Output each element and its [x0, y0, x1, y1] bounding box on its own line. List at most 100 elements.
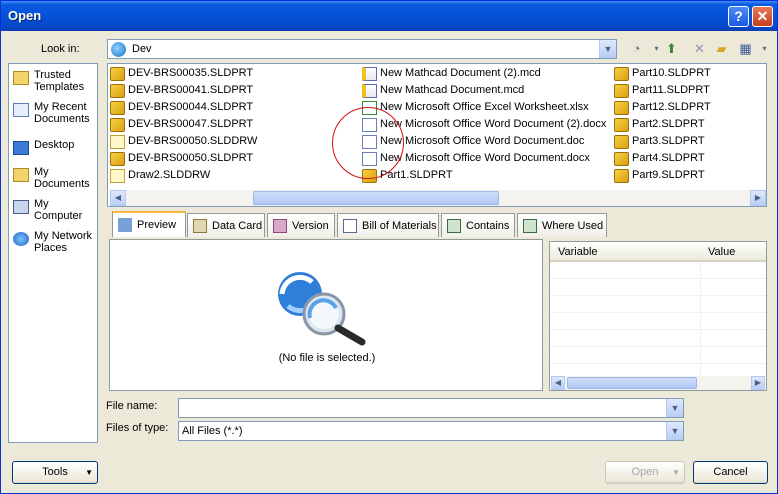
filename-label: File name:	[106, 400, 158, 412]
file-name: DEV-BRS00050.SLDPRT	[128, 152, 254, 164]
place-my-documents[interactable]: My Documents	[13, 166, 99, 192]
variable-table-header: Variable Value	[550, 242, 766, 262]
chevron-down-icon[interactable]: ▼	[666, 399, 683, 417]
preview-pane: (No file is selected.)	[109, 239, 543, 391]
open-dialog: Open ? ✕ Look in: Dev ▼ ◔ ▾ ⬆ ✕ ▰ ▦ ▾ Tr…	[0, 0, 778, 494]
tab-label: Version	[292, 220, 329, 232]
no-file-message: (No file is selected.)	[278, 352, 376, 364]
table-row	[550, 346, 766, 347]
magnifier-icon	[278, 272, 366, 346]
lookin-combo[interactable]: Dev ▼	[107, 39, 617, 59]
delete-icon[interactable]: ✕	[691, 41, 708, 57]
file-name: Part4.SLDPRT	[632, 152, 705, 164]
file-name: Part2.SLDPRT	[632, 118, 705, 130]
places-bar: Trusted Templates My Recent Documents De…	[8, 63, 98, 443]
col-value-header[interactable]: Value	[708, 246, 735, 258]
scroll-thumb[interactable]	[567, 377, 697, 389]
file-name: Part3.SLDPRT	[632, 135, 705, 147]
part-file-icon	[614, 135, 629, 149]
file-name: New Microsoft Office Word Document.doc	[380, 135, 585, 147]
file-name: Part9.SLDPRT	[632, 169, 705, 181]
up-folder-icon[interactable]: ⬆	[663, 41, 680, 57]
table-row	[550, 329, 766, 330]
place-label: My Documents	[34, 166, 90, 190]
annotation-circle	[332, 107, 404, 179]
place-trusted-templates[interactable]: Trusted Templates	[13, 69, 99, 95]
filetype-value: All Files (*.*)	[182, 425, 243, 437]
cancel-button[interactable]: Cancel	[693, 461, 768, 484]
help-button[interactable]: ?	[728, 6, 749, 27]
filetype-label: Files of type:	[106, 422, 169, 434]
preview-icon	[118, 218, 132, 232]
tab-preview[interactable]: Preview	[112, 211, 186, 237]
tab-version[interactable]: Version	[267, 213, 335, 237]
my-documents-icon	[13, 168, 29, 182]
part-file-icon	[110, 84, 125, 98]
part-file-icon	[110, 101, 125, 115]
variable-table-scrollbar[interactable]: ◀ ▶	[551, 376, 765, 390]
tab-label: Data Card	[212, 220, 263, 232]
tab-data-card[interactable]: Data Card	[187, 213, 265, 237]
file-name: Draw2.SLDDRW	[128, 169, 211, 181]
file-name: New Microsoft Office Word Document.docx	[380, 152, 590, 164]
file-name: New Mathcad Document.mcd	[380, 84, 525, 96]
close-button[interactable]: ✕	[752, 6, 773, 27]
tab-where-used[interactable]: Where Used	[517, 213, 607, 237]
file-name: Part12.SLDPRT	[632, 101, 711, 113]
part-file-icon	[110, 67, 125, 81]
desktop-icon	[13, 141, 29, 155]
views-icon[interactable]: ▦	[737, 41, 754, 57]
place-desktop[interactable]: Desktop	[13, 139, 99, 155]
table-row	[550, 278, 766, 279]
scroll-left-icon[interactable]: ◀	[110, 190, 126, 206]
place-label: Desktop	[34, 139, 75, 151]
place-label: Trusted Templates	[34, 69, 85, 93]
col-variable-header[interactable]: Variable	[558, 246, 598, 258]
scroll-thumb[interactable]	[253, 191, 499, 205]
where-used-icon	[523, 219, 537, 233]
place-recent-documents[interactable]: My Recent Documents	[13, 101, 99, 127]
scroll-right-icon[interactable]: ▶	[750, 190, 766, 206]
table-row	[550, 363, 766, 364]
draw-file-icon	[110, 169, 125, 183]
tab-contains[interactable]: Contains	[441, 213, 515, 237]
tools-button[interactable]: Tools ▼	[12, 461, 98, 484]
place-network-places[interactable]: My Network Places	[13, 230, 99, 256]
part-file-icon	[614, 169, 629, 183]
tab-label: Preview	[137, 219, 177, 231]
views-dropdown-icon[interactable]: ▾	[756, 41, 773, 57]
data-card-icon	[193, 219, 207, 233]
chevron-down-icon[interactable]: ▼	[599, 40, 616, 58]
filename-field[interactable]: ▼	[178, 398, 684, 418]
file-list[interactable]: DEV-BRS00035.SLDPRT DEV-BRS00041.SLDPRT DE…	[107, 63, 767, 207]
file-name: DEV-BRS00044.SLDPRT	[128, 101, 254, 113]
part-file-icon	[614, 152, 629, 166]
folder-icon	[13, 71, 29, 85]
file-name: DEV-BRS00035.SLDPRT	[128, 67, 254, 79]
chevron-down-icon: ▼	[85, 468, 93, 477]
place-my-computer[interactable]: My Computer	[13, 198, 99, 224]
cancel-label: Cancel	[713, 466, 748, 478]
tab-bill-of-materials[interactable]: Bill of Materials	[337, 213, 439, 237]
scroll-left-icon[interactable]: ◀	[551, 376, 565, 390]
chevron-down-icon[interactable]: ▼	[666, 422, 683, 440]
tab-label: Bill of Materials	[362, 220, 437, 232]
lookin-value: Dev	[132, 43, 152, 55]
variable-table: Variable Value ◀ ▶	[549, 241, 767, 391]
tab-label: Contains	[466, 220, 510, 232]
place-label: My Recent Documents	[34, 101, 90, 125]
scroll-right-icon[interactable]: ▶	[751, 376, 765, 390]
part-file-icon	[614, 101, 629, 115]
column-separator	[700, 262, 701, 377]
new-folder-icon[interactable]: ▰	[713, 41, 730, 57]
file-name: Part11.SLDPRT	[632, 84, 710, 96]
filetype-select[interactable]: All Files (*.*) ▼	[178, 421, 684, 441]
file-list-scrollbar[interactable]: ◀ ▶	[110, 190, 766, 206]
open-button[interactable]: Open ▼	[605, 461, 685, 484]
file-name: DEV-BRS00041.SLDPRT	[128, 84, 254, 96]
title-bar[interactable]: Open ? ✕	[1, 1, 777, 31]
part-file-icon	[614, 118, 629, 132]
back-icon[interactable]: ◔	[628, 41, 645, 57]
open-label: Open	[631, 466, 659, 478]
contains-icon	[447, 219, 461, 233]
